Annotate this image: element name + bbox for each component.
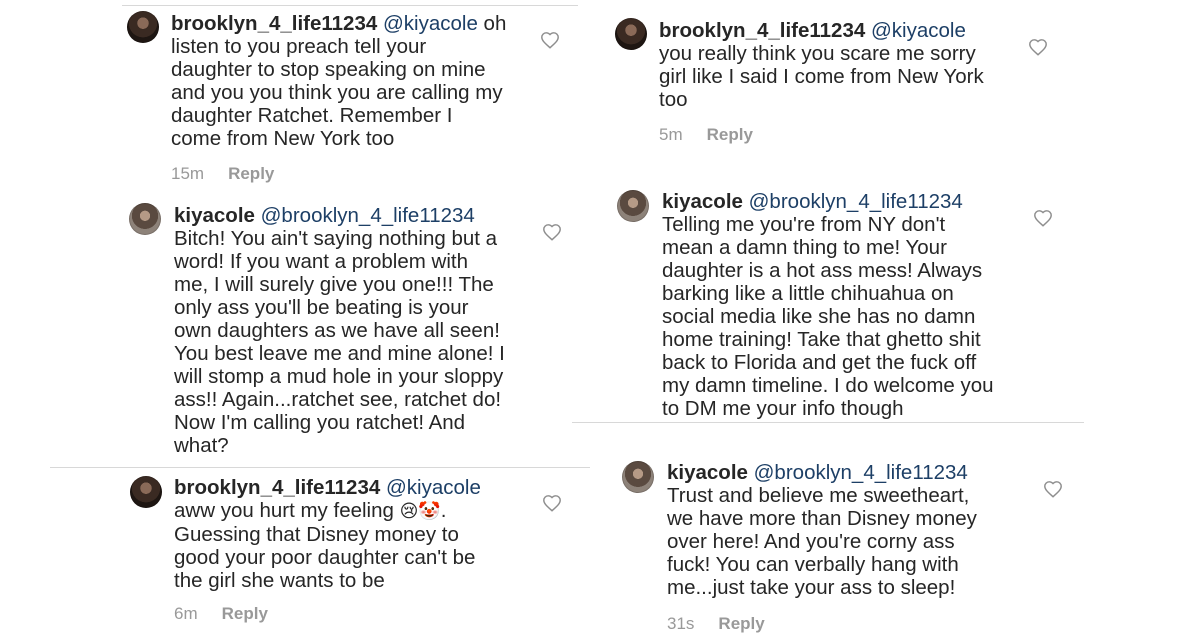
comment-meta: 5m Reply bbox=[659, 125, 753, 145]
comment-mention[interactable]: @kiyacole bbox=[871, 19, 966, 42]
reply-button[interactable]: Reply bbox=[718, 614, 764, 633]
comment-mention[interactable]: @kiyacole bbox=[383, 12, 478, 35]
heart-icon[interactable] bbox=[1028, 38, 1048, 56]
avatar[interactable] bbox=[127, 11, 159, 43]
comment-username[interactable]: kiyacole bbox=[667, 461, 748, 484]
reply-button[interactable]: Reply bbox=[222, 604, 268, 623]
comment-username[interactable]: kiyacole bbox=[174, 204, 255, 227]
heart-icon[interactable] bbox=[542, 223, 562, 241]
comment-text: brooklyn_4_life11234 @kiyacole you reall… bbox=[659, 19, 1029, 111]
comment-time: 5m bbox=[659, 125, 683, 144]
comment-time: 6m bbox=[174, 604, 198, 623]
avatar[interactable] bbox=[622, 461, 654, 493]
comment-text: kiyacole @brooklyn_4_life11234 Bitch! Yo… bbox=[174, 204, 544, 457]
comment-meta: 15m Reply bbox=[171, 164, 274, 184]
comment-body: Trust and believe me sweetheart, we have… bbox=[667, 484, 977, 599]
heart-icon[interactable] bbox=[542, 494, 562, 512]
heart-icon[interactable] bbox=[1033, 209, 1053, 227]
comment-mention[interactable]: @kiyacole bbox=[386, 476, 481, 499]
comment-body: Bitch! You ain't saying nothing but a wo… bbox=[174, 227, 505, 457]
comment-meta: 6m Reply bbox=[174, 604, 268, 624]
divider bbox=[50, 467, 590, 468]
comment-mention[interactable]: @brooklyn_4_life11234 bbox=[754, 461, 968, 484]
comment-username[interactable]: brooklyn_4_life11234 bbox=[171, 12, 377, 35]
comment-meta: 31s Reply bbox=[667, 614, 765, 634]
comment-username[interactable]: brooklyn_4_life11234 bbox=[174, 476, 380, 499]
comment-text: brooklyn_4_life11234 @kiyacole oh listen… bbox=[171, 12, 531, 150]
comment-mention[interactable]: @brooklyn_4_life11234 bbox=[749, 190, 963, 213]
avatar[interactable] bbox=[129, 203, 161, 235]
heart-icon[interactable] bbox=[1043, 480, 1063, 498]
comment-time: 15m bbox=[171, 164, 205, 183]
avatar[interactable] bbox=[617, 190, 649, 222]
divider bbox=[572, 422, 1084, 423]
comment-mention[interactable]: @brooklyn_4_life11234 bbox=[261, 204, 475, 227]
comment-body: aww you hurt my feeling bbox=[174, 499, 394, 522]
comment-body: you really think you scare me sorry girl… bbox=[659, 42, 984, 111]
comment-username[interactable]: brooklyn_4_life11234 bbox=[659, 19, 865, 42]
reply-button[interactable]: Reply bbox=[228, 164, 274, 183]
comment-username[interactable]: kiyacole bbox=[662, 190, 743, 213]
comment-body: Telling me you're from NY don't mean a d… bbox=[662, 213, 994, 420]
reply-button[interactable]: Reply bbox=[707, 125, 753, 144]
comment-time: 31s bbox=[667, 614, 695, 633]
divider bbox=[122, 5, 578, 6]
heart-icon[interactable] bbox=[540, 31, 560, 49]
comment-text: kiyacole @brooklyn_4_life11234 Telling m… bbox=[662, 190, 1022, 420]
comment-text: kiyacole @brooklyn_4_life11234 Trust and… bbox=[667, 461, 1037, 599]
avatar[interactable] bbox=[130, 476, 162, 508]
comment-text: brooklyn_4_life11234 @kiyacole aww you h… bbox=[174, 476, 534, 592]
emoji: 😢🤡 bbox=[399, 501, 441, 521]
avatar[interactable] bbox=[615, 18, 647, 50]
